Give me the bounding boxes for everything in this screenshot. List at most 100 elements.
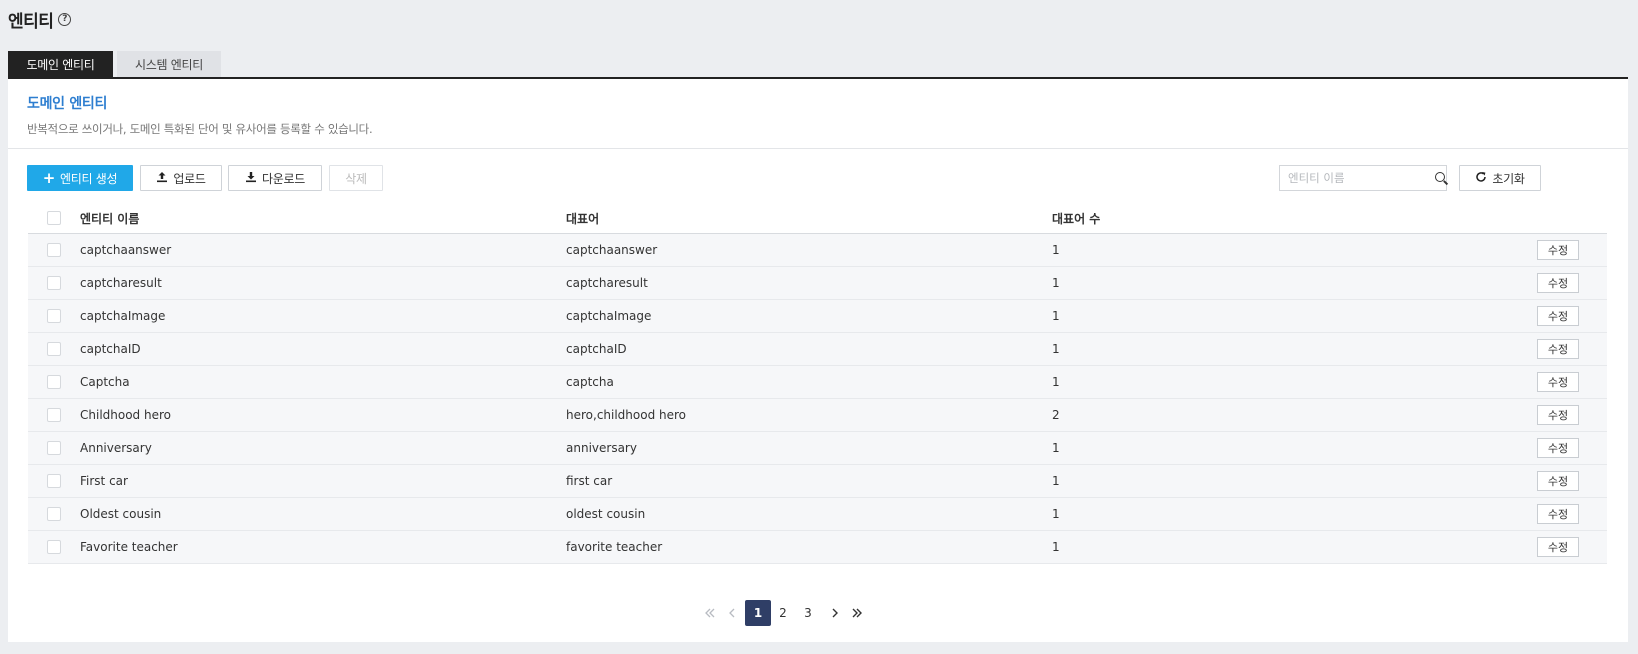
representative-cell: captcha: [566, 375, 614, 389]
entity-name-cell[interactable]: Favorite teacher: [80, 540, 566, 554]
reset-label: 초기화: [1492, 171, 1525, 186]
representative-cell: captchaImage: [566, 309, 652, 323]
representative-cell: captchaanswer: [566, 243, 658, 257]
help-icon[interactable]: ?: [58, 12, 72, 26]
table-row[interactable]: Favorite teacher favorite teacher 1 수정: [28, 531, 1607, 564]
section-title: 도메인 엔티티: [27, 96, 108, 112]
select-all-checkbox[interactable]: [47, 211, 61, 225]
page-3[interactable]: 3: [795, 600, 821, 626]
page-header: 엔티티 ?: [8, 8, 72, 32]
pagination: 1 2 3: [8, 600, 1628, 626]
representative-cell: captcharesult: [566, 276, 648, 290]
entity-name-cell[interactable]: Oldest cousin: [80, 507, 566, 521]
edit-button[interactable]: 수정: [1537, 339, 1579, 359]
table-row[interactable]: Oldest cousin oldest cousin 1 수정: [28, 498, 1607, 531]
toolbar: + 엔티티 생성 업로드 다운로드 삭제 초기화: [27, 165, 1597, 191]
table-body: captchaanswer captchaanswer 1 수정 captcharesu…: [28, 234, 1607, 564]
row-checkbox[interactable]: [47, 309, 61, 323]
row-checkbox[interactable]: [47, 342, 61, 356]
search-icon[interactable]: [1434, 171, 1445, 185]
representative-count-cell: 1: [1052, 507, 1060, 521]
representative-count-cell: 1: [1052, 540, 1060, 554]
representative-cell: hero,childhood hero: [566, 408, 687, 422]
table-header: 엔티티 이름 대표어 대표어 수: [28, 203, 1607, 234]
edit-button[interactable]: 수정: [1537, 537, 1579, 557]
table-row[interactable]: captchaanswer captchaanswer 1 수정: [28, 234, 1607, 267]
representative-count-cell: 1: [1052, 342, 1060, 356]
representative-count-cell: 1: [1052, 243, 1060, 257]
upload-icon: [156, 171, 168, 186]
page-2[interactable]: 2: [770, 600, 796, 626]
column-header-count[interactable]: 대표어 수: [1052, 210, 1522, 227]
entity-name-cell[interactable]: captchaanswer: [80, 243, 566, 257]
representative-count-cell: 1: [1052, 309, 1060, 323]
create-entity-label: 엔티티 생성: [60, 171, 118, 186]
representative-cell: anniversary: [566, 441, 637, 455]
representative-count-cell: 1: [1052, 474, 1060, 488]
edit-button[interactable]: 수정: [1537, 372, 1579, 392]
representative-count-cell: 2: [1052, 408, 1060, 422]
tab-system-entity[interactable]: 시스템 엔티티: [117, 51, 221, 77]
search-box: [1279, 165, 1447, 191]
representative-count-cell: 1: [1052, 375, 1060, 389]
tab-domain-entity[interactable]: 도메인 엔티티: [8, 51, 113, 77]
column-header-name[interactable]: 엔티티 이름: [80, 210, 566, 227]
download-icon: [245, 171, 257, 186]
row-checkbox[interactable]: [47, 375, 61, 389]
delete-button[interactable]: 삭제: [329, 165, 383, 191]
edit-button[interactable]: 수정: [1537, 306, 1579, 326]
table-row[interactable]: Childhood hero hero,childhood hero 2 수정: [28, 399, 1607, 432]
entity-name-cell[interactable]: captchaID: [80, 342, 566, 356]
entity-name-cell[interactable]: First car: [80, 474, 566, 488]
entity-name-cell[interactable]: captchaImage: [80, 309, 566, 323]
create-entity-button[interactable]: + 엔티티 생성: [27, 165, 133, 191]
section-description: 반복적으로 쓰이거나, 도메인 특화된 단어 및 유사어를 등록할 수 있습니다…: [27, 122, 373, 136]
page-title: 엔티티: [8, 11, 54, 32]
row-checkbox[interactable]: [47, 408, 61, 422]
plus-icon: +: [42, 169, 56, 187]
content-panel: 도메인 엔티티 반복적으로 쓰이거나, 도메인 특화된 단어 및 유사어를 등록…: [8, 79, 1628, 642]
edit-button[interactable]: 수정: [1537, 504, 1579, 524]
row-checkbox[interactable]: [47, 540, 61, 554]
page-1[interactable]: 1: [745, 600, 771, 626]
edit-button[interactable]: 수정: [1537, 273, 1579, 293]
row-checkbox[interactable]: [47, 441, 61, 455]
upload-label: 업로드: [173, 171, 206, 186]
upload-button[interactable]: 업로드: [140, 165, 222, 191]
edit-button[interactable]: 수정: [1537, 240, 1579, 260]
entity-name-cell[interactable]: Captcha: [80, 375, 566, 389]
reset-button[interactable]: 초기화: [1459, 165, 1541, 191]
refresh-icon: [1475, 171, 1487, 186]
representative-cell: captchaID: [566, 342, 627, 356]
table-row[interactable]: First car first car 1 수정: [28, 465, 1607, 498]
download-label: 다운로드: [262, 171, 305, 186]
row-checkbox[interactable]: [47, 474, 61, 488]
representative-count-cell: 1: [1052, 276, 1060, 290]
column-header-representative[interactable]: 대표어: [566, 210, 1052, 227]
row-checkbox[interactable]: [47, 507, 61, 521]
entity-table: 엔티티 이름 대표어 대표어 수 captchaanswer captchaans…: [28, 203, 1607, 564]
representative-cell: oldest cousin: [566, 507, 646, 521]
entity-name-cell[interactable]: Childhood hero: [80, 408, 566, 422]
search-input[interactable]: [1288, 171, 1434, 185]
edit-button[interactable]: 수정: [1537, 471, 1579, 491]
edit-button[interactable]: 수정: [1537, 405, 1579, 425]
row-checkbox[interactable]: [47, 243, 61, 257]
section-header: 도메인 엔티티 반복적으로 쓰이거나, 도메인 특화된 단어 및 유사어를 등록…: [8, 79, 1628, 149]
entity-name-cell[interactable]: captcharesult: [80, 276, 566, 290]
table-row[interactable]: captcharesult captcharesult 1 수정: [28, 267, 1607, 300]
table-row[interactable]: captchaImage captchaImage 1 수정: [28, 300, 1607, 333]
entity-name-cell[interactable]: Anniversary: [80, 441, 566, 455]
tab-bar: 도메인 엔티티 시스템 엔티티: [8, 51, 1628, 79]
download-button[interactable]: 다운로드: [228, 165, 322, 191]
representative-count-cell: 1: [1052, 441, 1060, 455]
edit-button[interactable]: 수정: [1537, 438, 1579, 458]
last-page-icon[interactable]: [844, 600, 870, 626]
representative-cell: favorite teacher: [566, 540, 663, 554]
representative-cell: first car: [566, 474, 613, 488]
table-row[interactable]: Anniversary anniversary 1 수정: [28, 432, 1607, 465]
table-row[interactable]: captchaID captchaID 1 수정: [28, 333, 1607, 366]
prev-page-icon[interactable]: [719, 600, 745, 626]
table-row[interactable]: Captcha captcha 1 수정: [28, 366, 1607, 399]
row-checkbox[interactable]: [47, 276, 61, 290]
